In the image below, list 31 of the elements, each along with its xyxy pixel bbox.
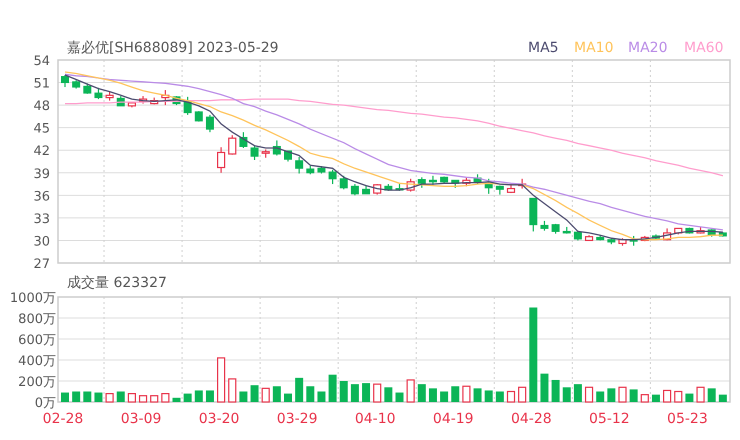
- axis-label: 1000万: [10, 291, 56, 306]
- axis-label: 800万: [18, 312, 56, 327]
- legend-label: MA5: [528, 40, 559, 56]
- axis-label: 0万: [34, 396, 56, 411]
- axis-label: 05-12: [589, 411, 630, 427]
- axis-label: 51: [33, 76, 50, 92]
- axis-label: 03-29: [276, 411, 318, 427]
- axis-label: 04-10: [354, 411, 396, 427]
- axis-label: 05-23: [667, 411, 708, 427]
- axis-label: 48: [33, 99, 50, 114]
- axis-label: 03-09: [120, 411, 162, 427]
- axis-label: 02-28: [42, 411, 84, 427]
- axis-label: 400万: [18, 354, 56, 369]
- legend-label: MA10: [574, 40, 614, 56]
- axis-label: 39: [33, 166, 50, 182]
- axis-label: 27: [33, 257, 50, 270]
- axis-label: 42: [33, 144, 50, 160]
- axis-label: 04-28: [510, 411, 552, 427]
- axis-label: 36: [33, 189, 50, 204]
- axis-label: 200万: [18, 375, 56, 390]
- axis-label: 54: [33, 54, 50, 69]
- chart-title: 成交量 623327: [67, 275, 167, 291]
- legend-label: MA20: [628, 40, 668, 56]
- axis-label: 45: [33, 122, 50, 137]
- axis-label: 30: [33, 234, 50, 250]
- axis-label: 600万: [18, 333, 56, 348]
- axis-label: 04-19: [432, 411, 474, 427]
- legend-label: MA60: [684, 40, 724, 56]
- axis-label: 03-20: [198, 411, 240, 427]
- axis-label: 33: [33, 212, 50, 227]
- chart-title: 嘉必优[SH688089] 2023-05-29: [67, 40, 279, 56]
